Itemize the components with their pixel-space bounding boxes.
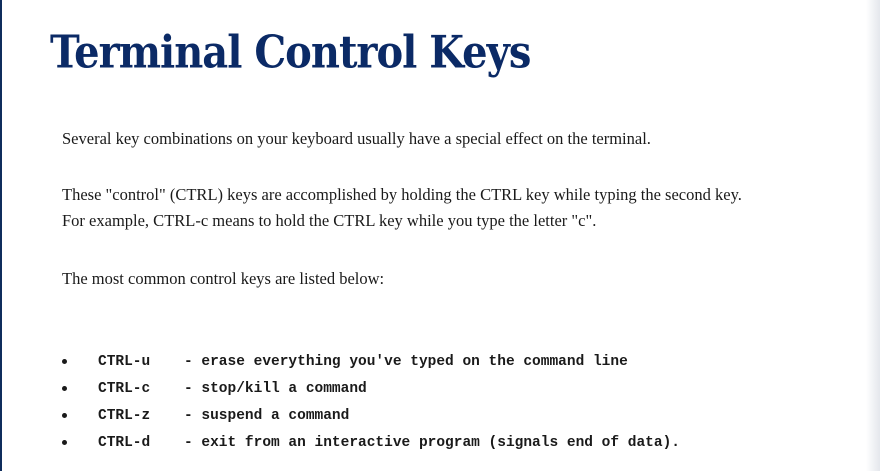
list-item: CTRL-u - erase everything you've typed o… bbox=[62, 348, 680, 375]
control-keys-list: CTRL-u - erase everything you've typed o… bbox=[62, 348, 680, 456]
list-item: CTRL-d - exit from an interactive progra… bbox=[62, 429, 680, 456]
left-border-rule bbox=[0, 0, 2, 471]
page-title: Terminal Control Keys bbox=[50, 26, 531, 79]
key-description: - stop/kill a command bbox=[184, 380, 367, 397]
key-description: - exit from an interactive program (sign… bbox=[184, 434, 680, 451]
list-item: CTRL-z - suspend a command bbox=[62, 402, 680, 429]
key-combination: CTRL-u bbox=[98, 353, 151, 370]
intro-paragraph: Several key combinations on your keyboar… bbox=[62, 129, 651, 148]
explanation-line-2: For example, CTRL-c means to hold the CT… bbox=[62, 211, 597, 230]
list-intro-paragraph: The most common control keys are listed … bbox=[62, 269, 385, 288]
bullet-icon bbox=[62, 413, 67, 418]
key-description: - erase everything you've typed on the c… bbox=[184, 353, 628, 370]
explanation-line-1: These "control" (CTRL) keys are accompli… bbox=[62, 185, 742, 204]
key-description: - suspend a command bbox=[184, 407, 350, 424]
key-combination: CTRL-c bbox=[98, 380, 151, 397]
key-combination: CTRL-z bbox=[98, 407, 151, 424]
bullet-icon bbox=[62, 386, 67, 391]
explanation-paragraph: These "control" (CTRL) keys are accompli… bbox=[62, 182, 742, 234]
bullet-icon bbox=[62, 359, 67, 364]
key-combination: CTRL-d bbox=[98, 434, 151, 451]
bullet-icon bbox=[62, 440, 67, 445]
right-edge-shadow bbox=[866, 0, 880, 471]
list-item: CTRL-c - stop/kill a command bbox=[62, 375, 680, 402]
